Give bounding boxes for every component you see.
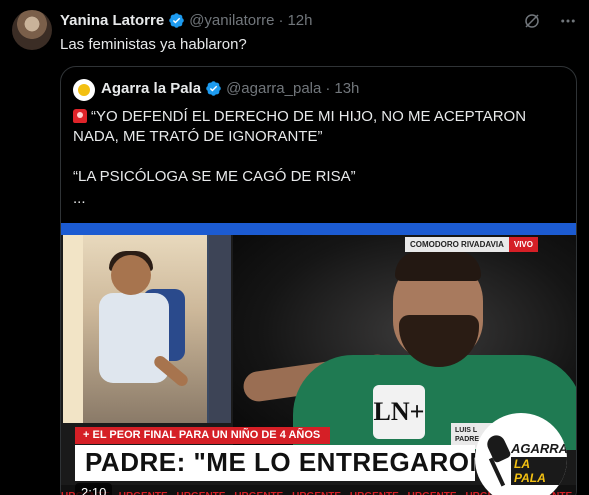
badge-line-2: LA PALA	[511, 457, 567, 485]
quote-author-handle[interactable]: @agarra_pala	[226, 80, 321, 97]
broadcast-top-bar	[61, 223, 576, 235]
quote-verified-badge-icon	[206, 81, 221, 96]
siren-emoji-icon	[73, 109, 87, 123]
quote-separator-dot: ·	[325, 80, 331, 97]
video-player[interactable]: LN+ COMODORO RIVADAVIA VIVO LUIS L PADRE…	[61, 223, 576, 495]
quote-header: Agarra la Pala @agarra_pala · 13h	[101, 80, 359, 97]
author-avatar[interactable]	[12, 10, 52, 50]
separator-dot: ·	[278, 12, 284, 29]
header-actions	[523, 12, 577, 30]
grok-icon[interactable]	[523, 12, 541, 30]
author-handle[interactable]: @yanilatorre	[189, 12, 274, 29]
quote-author-name[interactable]: Agarra la Pala	[101, 80, 201, 97]
quote-line-3: ...	[73, 190, 86, 207]
news-headline: PADRE: "ME LO ENTREGARON MUERT	[75, 445, 475, 481]
lower-third-banner: + EL PEOR FINAL PARA UN NIÑO DE 4 AÑOS	[75, 427, 331, 444]
tweet-time[interactable]: 12h	[287, 12, 312, 29]
more-options-icon[interactable]	[559, 12, 577, 30]
location-label: COMODORO RIVADAVIA	[404, 237, 509, 252]
quote-author-avatar[interactable]	[73, 79, 95, 101]
video-duration: 2:10	[75, 483, 113, 495]
location-live-tag: COMODORO RIVADAVIA VIVO	[404, 237, 538, 252]
ln-plus-mic-logo: LN+	[373, 385, 425, 439]
quote-text: “YO DEFENDÍ EL DERECHO DE MI HIJO, NO ME…	[73, 107, 568, 229]
agarra-la-pala-watermark: AGARRÁ LA PALA	[475, 413, 567, 495]
author-name[interactable]: Yanina Latorre	[60, 12, 164, 29]
quote-time[interactable]: 13h	[334, 80, 359, 97]
tweet-header: Yanina Latorre @yanilatorre · 12h	[60, 12, 313, 29]
child-photo	[63, 235, 231, 423]
tweet-text: Las feministas ya hablaron?	[60, 36, 247, 53]
verified-badge-icon	[169, 13, 184, 28]
quote-line-1: “YO DEFENDÍ EL DERECHO DE MI HIJO, NO ME…	[73, 108, 527, 145]
quote-line-2: “LA PSICÓLOGA SE ME CAGÓ DE RISA”	[73, 168, 356, 185]
badge-line-1: AGARRÁ	[511, 441, 567, 456]
live-label: VIVO	[508, 237, 538, 252]
quoted-tweet[interactable]: Agarra la Pala @agarra_pala · 13h “YO DE…	[60, 66, 577, 495]
